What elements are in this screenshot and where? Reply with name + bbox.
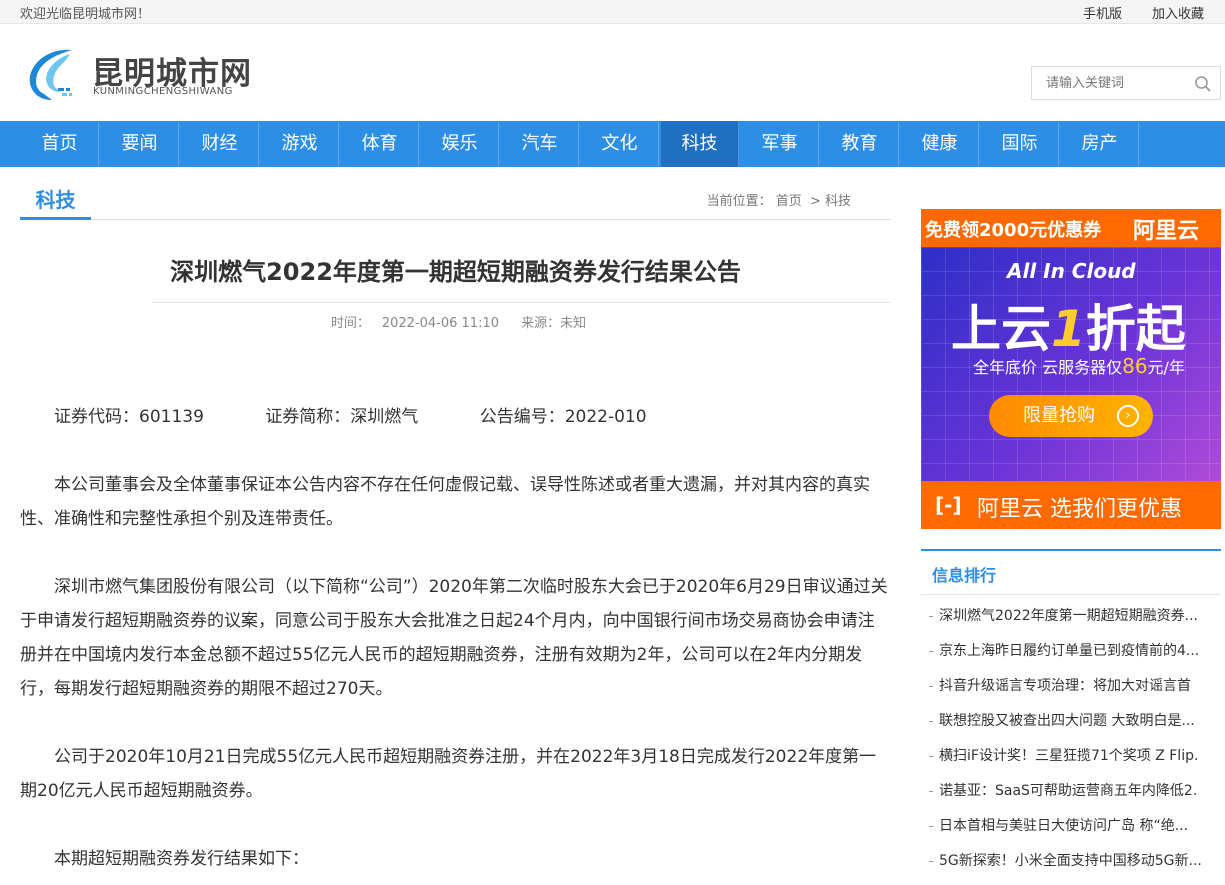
site-logo[interactable]: 昆明城市网 KUNMINGCHENGSHIWANG [24,44,264,104]
aliyun-ad-banner[interactable]: 免费领2000元优惠券 阿里云 All In Cloud 上云1折起 全年底价 … [921,209,1221,529]
article-paragraph: 深圳市燃气集团股份有限公司（以下简称“公司”）2020年第二次临时股东大会已于2… [20,577,888,699]
nav-item[interactable]: 科技 [661,121,739,167]
ad-sub-price: 86 [1122,354,1148,378]
search-input[interactable] [1032,67,1182,99]
info-ranking-panel: 信息排行 深圳燃气2022年度第一期超短期融资券... 京东上海昨日履约订单量已到… [921,549,1221,885]
logo-pinyin: KUNMINGCHENGSHIWANG [93,86,233,97]
security-codes: 证券代码：601139 证券简称：深圳燃气 公告编号：2022-010 [20,400,891,434]
article-meta: 时间： 2022-04-06 11:10 来源：未知 [20,312,891,331]
security-code: 证券代码：601139 [54,407,204,427]
section-title: 科技 [20,184,91,220]
article-paragraph: 本期超短期融资券发行结果如下： [54,849,309,869]
ad-buy-button[interactable]: 限量抢购 › [989,395,1153,437]
nav-item[interactable]: 房产 [1061,121,1139,167]
nav-item[interactable]: 教育 [821,121,899,167]
ad-headline-a: 上云 [951,300,1051,358]
nav-item[interactable]: 军事 [741,121,819,167]
ranking-item[interactable]: 抖音升级谣言专项治理：将加大对谣言首 [921,675,1221,710]
time-label: 时间： [330,316,370,331]
ranking-item[interactable]: 诺基亚：SaaS可帮助运营商五年内降低2. [921,780,1221,815]
ad-headline-c: 折起 [1085,300,1186,358]
top-bar: 欢迎光临昆明城市网！ 手机版 加入收藏 [0,0,1225,24]
nav-item[interactable]: 汽车 [501,121,579,167]
search-box [1031,66,1221,100]
announcement-number: 公告编号：2022-010 [479,407,647,427]
article-source: 来源：未知 [521,316,587,331]
ad-cloud-text: All In Cloud [1007,259,1136,283]
chevron-right-icon: › [1117,405,1139,427]
ad-top-strip: 免费领2000元优惠券 阿里云 [921,209,1221,247]
security-abbr: 证券简称：深圳燃气 [265,407,419,427]
main-nav: 首页 要闻 财经 游戏 体育 娱乐 汽车 文化 科技 军事 教育 健康 国际 房产 [0,121,1225,167]
title-divider [152,302,891,303]
section-header: 科技 当前位置： 首页 > 科技 [20,180,891,220]
ad-subline: 全年底价 云服务器仅86元/年 [973,354,1185,378]
ad-brand-text: 阿里云 [1133,219,1200,244]
article-body: 证券代码：601139 证券简称：深圳燃气 公告编号：2022-010 本公司董… [20,400,891,885]
ranking-title: 信息排行 [932,566,997,585]
nav-item[interactable]: 文化 [581,121,659,167]
ranking-list: 深圳燃气2022年度第一期超短期融资券... 京东上海昨日履约订单量已到疫情前的4… [921,605,1221,885]
logo-mark-icon [29,49,73,100]
aliyun-logo-icon: [-] [935,493,962,517]
ranking-item[interactable]: 日本首相与美驻日大使访问广岛 称“绝... [921,815,1221,850]
ranking-item[interactable]: 联想控股又被查出四大问题 大致明白是... [921,710,1221,745]
ad-headline: 上云1折起 [951,289,1186,361]
ad-coupon-text: 免费领2000元优惠券 [925,220,1102,241]
article-paragraph: 公司于2020年10月21日完成55亿元人民币超短期融资券注册，并在2022年3… [20,747,877,801]
ranking-divider [921,594,1221,595]
breadcrumb-label: 当前位置： [706,194,772,209]
article-title: 深圳燃气2022年度第一期超短期融资券发行结果公告 [170,258,741,286]
breadcrumb: 当前位置： 首页 > 科技 [703,190,851,209]
breadcrumb-separator: > [809,194,821,209]
nav-item[interactable]: 财经 [181,121,259,167]
ad-buy-label: 限量抢购 [1023,405,1095,426]
ad-headline-b: 1 [1051,300,1086,358]
breadcrumb-home-link[interactable]: 首页 [776,194,802,209]
welcome-text: 欢迎光临昆明城市网！ [20,7,151,22]
publish-time: 2022-04-06 11:10 [381,316,499,331]
ranking-item[interactable]: 深圳燃气2022年度第一期超短期融资券... [921,605,1221,640]
nav-item[interactable]: 首页 [21,121,99,167]
ad-sub-b: 元/年 [1147,358,1185,377]
article-paragraph: 本公司董事会及全体董事保证本公告内容不存在任何虚假记载、误导性陈述或者重大遗漏，… [20,475,870,529]
breadcrumb-current-link[interactable]: 科技 [825,194,851,209]
nav-item[interactable]: 娱乐 [421,121,499,167]
nav-item[interactable]: 体育 [341,121,419,167]
add-favorite-link[interactable]: 加入收藏 [1152,3,1204,22]
mobile-version-link[interactable]: 手机版 [1083,3,1122,22]
ad-sub-a: 全年底价 云服务器仅 [973,358,1123,377]
ad-footer-text: 阿里云 选我们更优惠 [977,497,1182,522]
nav-item[interactable]: 健康 [901,121,979,167]
ranking-item[interactable]: 横扫iF设计奖！三星狂揽71个奖项 Z Flip. [921,745,1221,780]
ranking-item[interactable]: 5G新探索！小米全面支持中国移动5G新... [921,850,1221,885]
ad-bottom-strip: [-] 阿里云 选我们更优惠 [921,481,1221,529]
ranking-item[interactable]: 京东上海昨日履约订单量已到疫情前的4... [921,640,1221,675]
search-icon[interactable] [1194,75,1212,93]
nav-item[interactable]: 要闻 [101,121,179,167]
nav-item[interactable]: 国际 [981,121,1059,167]
nav-item[interactable]: 游戏 [261,121,339,167]
